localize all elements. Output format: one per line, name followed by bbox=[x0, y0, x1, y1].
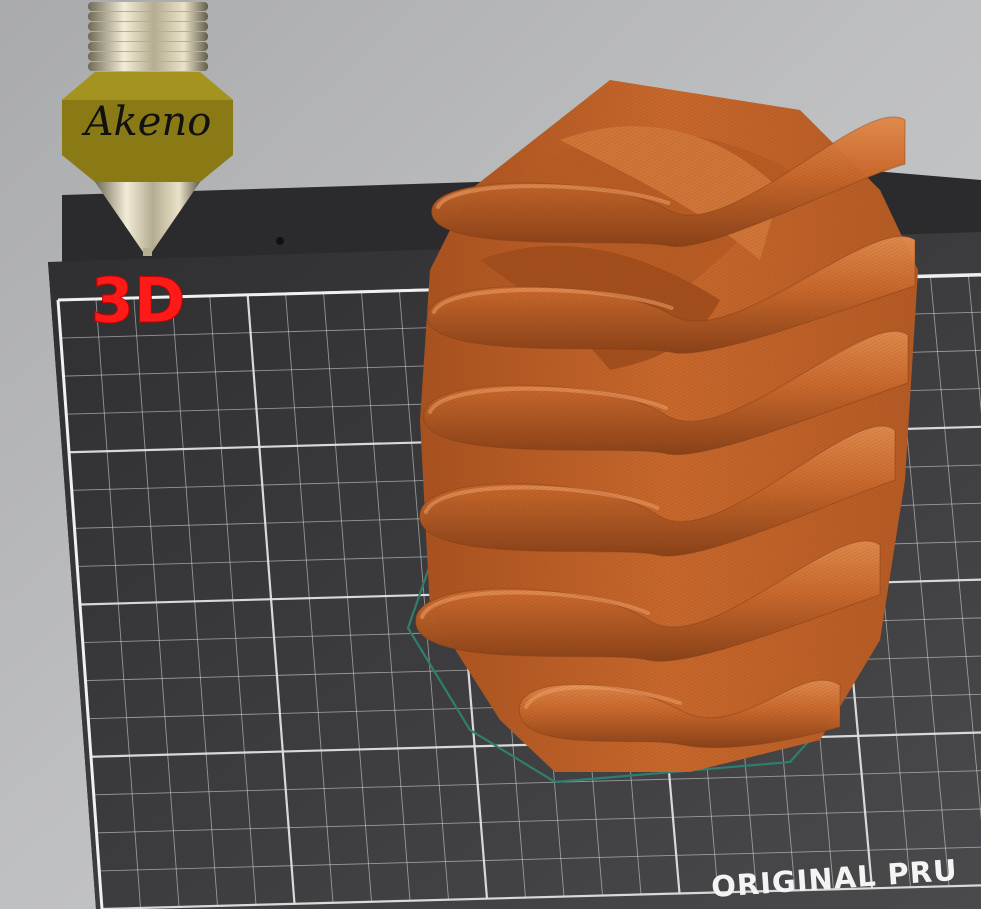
nozzle-thread bbox=[88, 2, 208, 11]
watermark-brand: Akeno bbox=[81, 99, 212, 145]
nozzle-thread bbox=[88, 32, 208, 41]
sliced-model bbox=[415, 80, 918, 772]
nozzle-thread bbox=[88, 52, 208, 61]
3d-preview-viewport[interactable]: ORIGINAL PRU Akeno 3D bbox=[0, 0, 981, 909]
nozzle-thread bbox=[88, 42, 208, 51]
3d-scene[interactable]: ORIGINAL PRU Akeno 3D bbox=[0, 0, 981, 909]
nozzle-thread bbox=[88, 22, 208, 31]
nozzle-thread bbox=[88, 62, 208, 71]
watermark-suffix: 3D bbox=[91, 264, 186, 337]
nozzle-thread bbox=[88, 12, 208, 21]
